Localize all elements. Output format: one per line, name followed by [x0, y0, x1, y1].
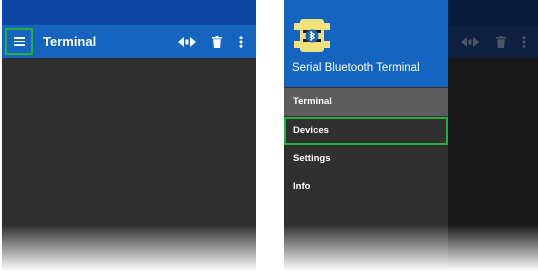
- trash-icon: [496, 35, 506, 48]
- drawer-menu: Terminal Devices Settings Info: [284, 87, 448, 271]
- connect-icon: [461, 36, 479, 47]
- clear-button[interactable]: [211, 33, 223, 50]
- menu-button[interactable]: [5, 28, 33, 55]
- drawer-item-info[interactable]: Info: [284, 173, 448, 201]
- overflow-menu-button: [520, 33, 528, 50]
- toolbar-title: Terminal: [43, 34, 97, 49]
- more-vert-icon: [522, 35, 526, 48]
- trash-icon: [212, 35, 222, 48]
- terminal-screen: Terminal: [2, 0, 256, 271]
- status-bar: [2, 0, 256, 25]
- overflow-menu-button[interactable]: [237, 33, 245, 50]
- more-vert-icon: [239, 35, 243, 48]
- clear-button: [495, 33, 507, 50]
- connect-button[interactable]: [177, 33, 197, 50]
- drawer-item-devices[interactable]: Devices: [284, 117, 448, 145]
- drawer-app-name: Serial Bluetooth Terminal: [292, 62, 420, 74]
- hamburger-icon: [13, 37, 25, 46]
- terminal-output[interactable]: [2, 58, 256, 271]
- serial-bluetooth-logo-icon: [294, 19, 330, 52]
- drawer-open-screen: Serial Bluetooth Terminal Terminal Devic…: [284, 0, 538, 271]
- connect-button: [460, 33, 480, 50]
- navigation-drawer: Serial Bluetooth Terminal Terminal Devic…: [284, 0, 448, 271]
- drawer-item-terminal[interactable]: Terminal: [284, 88, 448, 116]
- drawer-item-settings[interactable]: Settings: [284, 145, 448, 173]
- drawer-header: Serial Bluetooth Terminal: [284, 0, 448, 87]
- app-toolbar: Terminal: [2, 25, 256, 58]
- connect-icon: [178, 36, 196, 47]
